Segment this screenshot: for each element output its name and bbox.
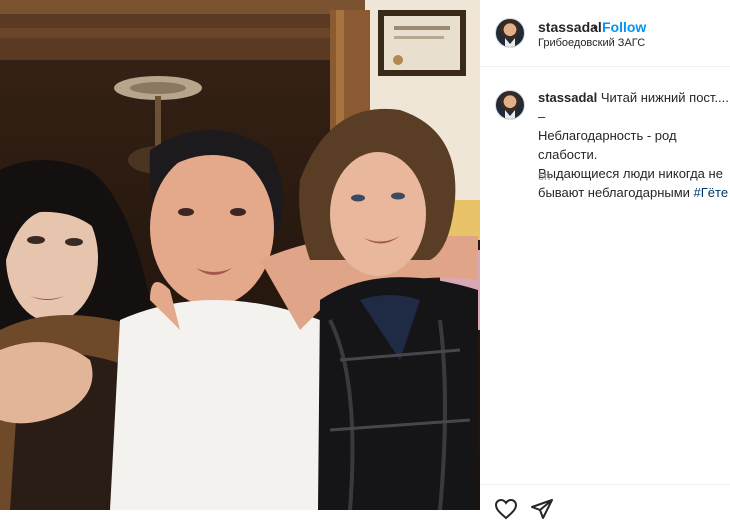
post-sidebar: stassadal • Follow Грибоедовский ЗАГС st… [480, 0, 730, 520]
paper-plane-icon[interactable] [530, 497, 554, 521]
location-link[interactable]: Грибоедовский ЗАГС [538, 37, 645, 49]
photo-illustration [0, 0, 480, 510]
action-bar [480, 484, 730, 520]
avatar[interactable] [495, 18, 525, 48]
caption-text-block: stassadal Читай нижний пост.... – Неблаг… [538, 88, 730, 202]
post-photo[interactable] [0, 0, 480, 510]
caption-username[interactable]: stassadal [538, 90, 597, 105]
caption-body: Читай нижний пост.... – Неблагодарность … [538, 90, 729, 200]
follow-button[interactable]: Follow [602, 19, 646, 35]
separator-dot: • [593, 19, 598, 35]
heart-icon[interactable] [494, 497, 518, 521]
heart-icon-glyph [494, 498, 518, 520]
post-timestamp[interactable]: 5h [538, 171, 550, 183]
paper-plane-icon-glyph [531, 499, 553, 519]
avatar-collar [505, 38, 515, 47]
post-header: stassadal • Follow Грибоедовский ЗАГС [480, 0, 730, 67]
caption-avatar[interactable] [495, 90, 525, 120]
hashtag-link[interactable]: #Гёте [694, 185, 729, 200]
avatar-collar [505, 110, 515, 119]
